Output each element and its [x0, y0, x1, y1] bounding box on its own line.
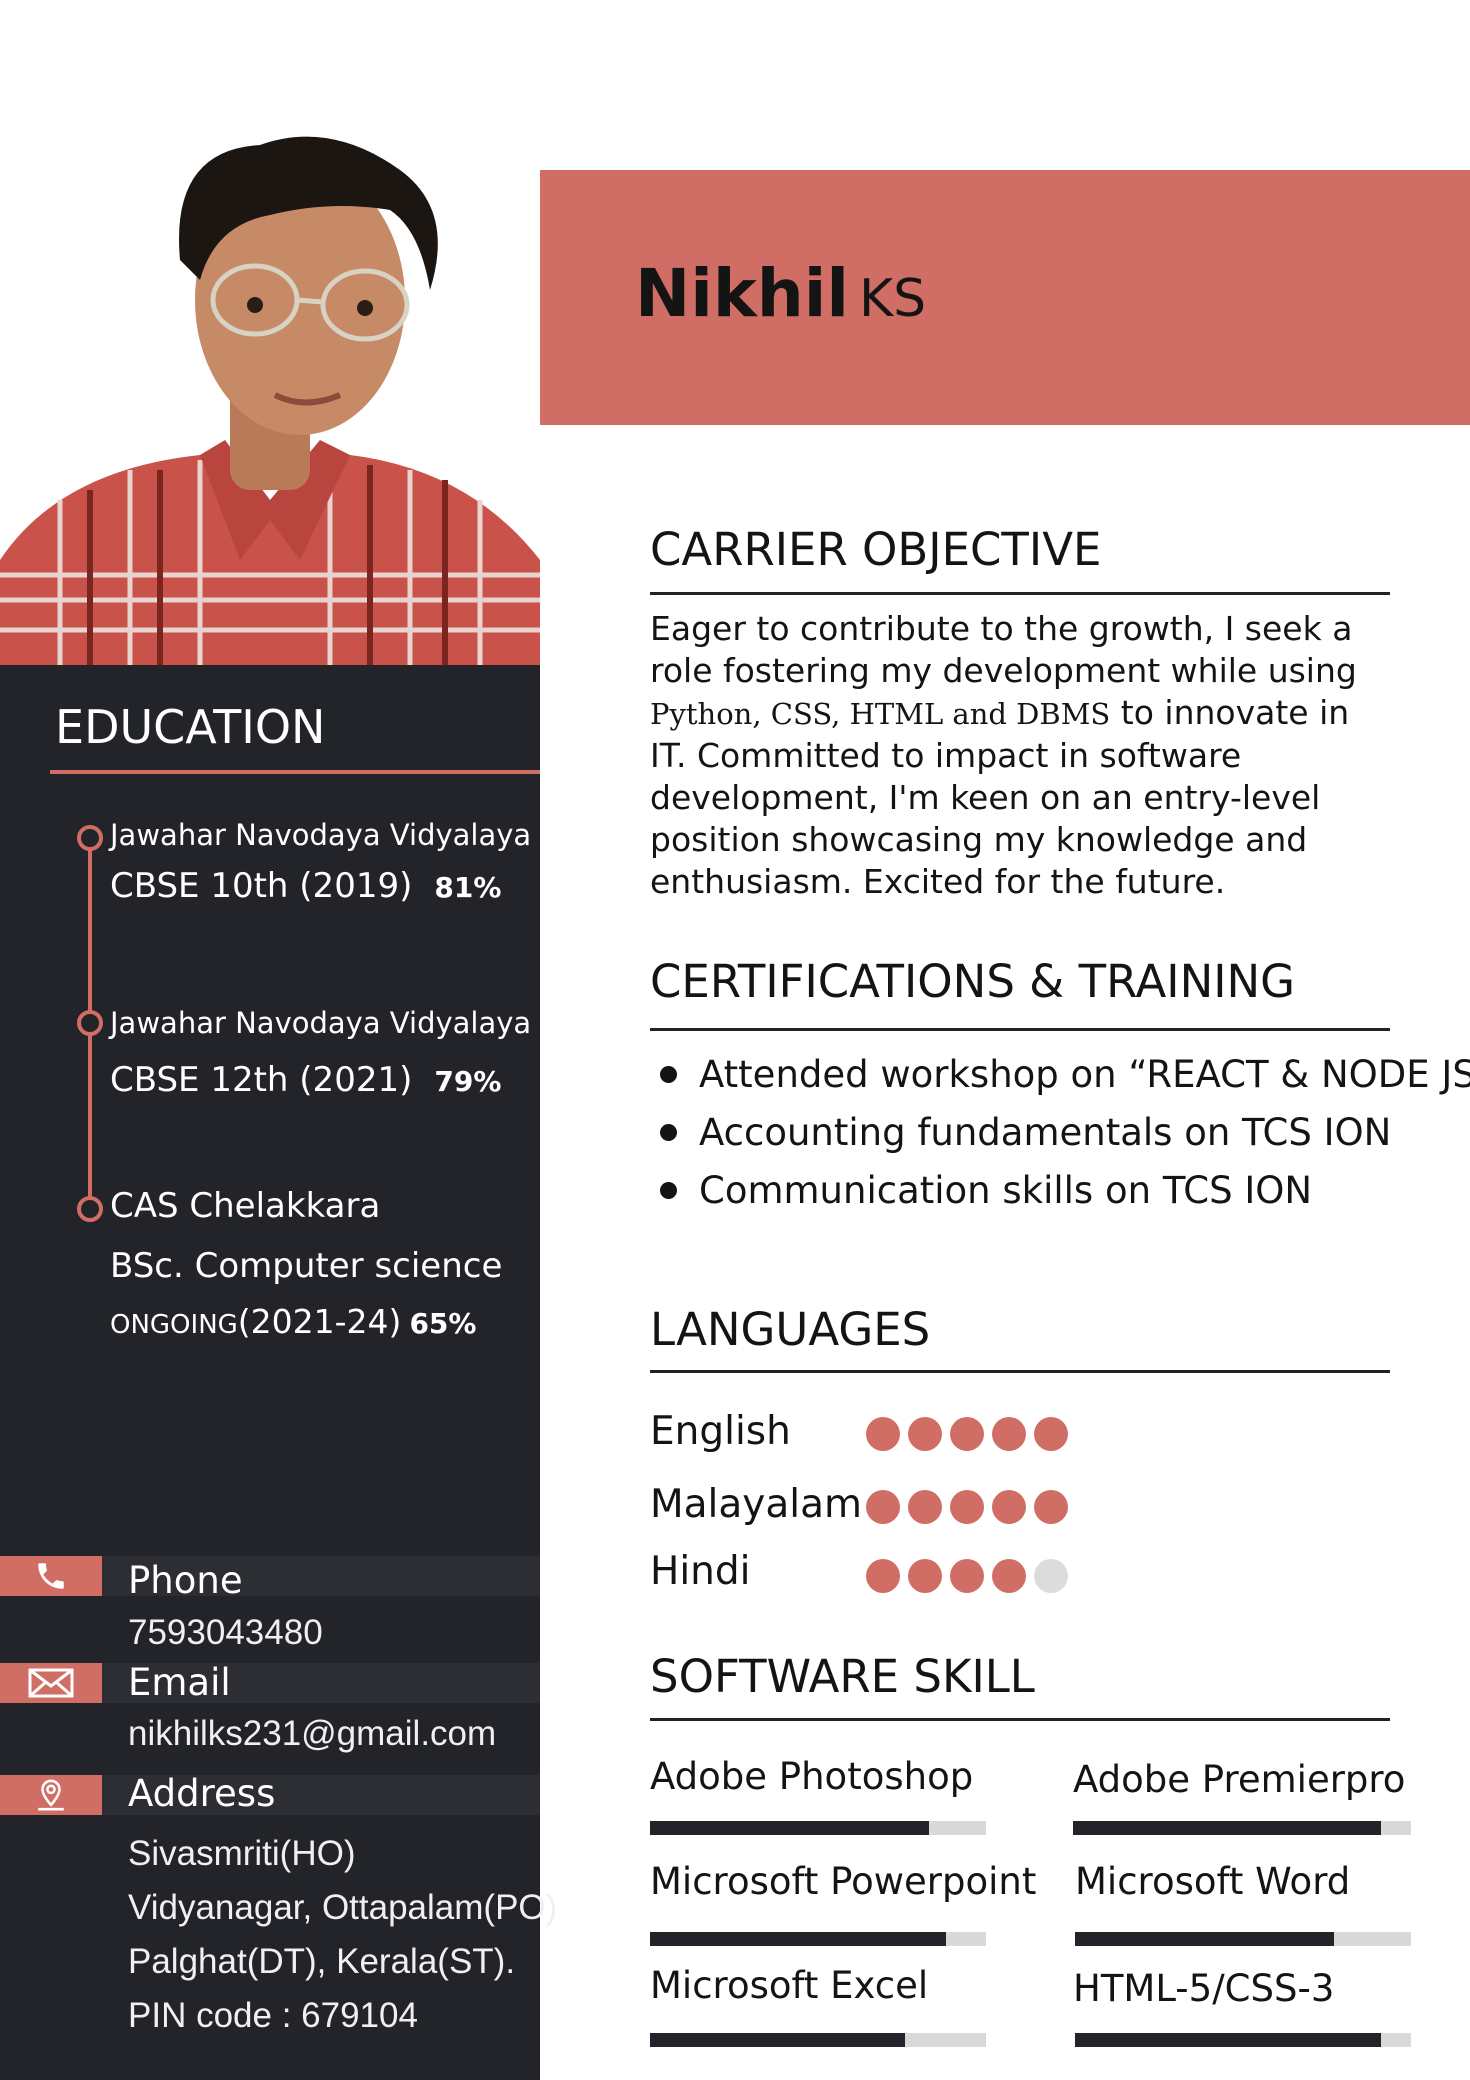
skill-name: Microsoft Excel — [650, 1964, 929, 2007]
list-item: Accounting fundamentals on TCS ION — [660, 1103, 1470, 1161]
objective-tech: Python, CSS, HTML and DBMS — [650, 697, 1111, 731]
objective-divider — [650, 592, 1390, 595]
email-icon — [0, 1663, 102, 1703]
skill-bar-fill — [650, 1821, 929, 1835]
timeline-node — [77, 1010, 103, 1036]
bullet-icon — [660, 1123, 677, 1141]
languages-divider — [650, 1370, 1390, 1373]
skill-name: Microsoft Powerpoint — [650, 1860, 1037, 1903]
bullet-icon — [660, 1065, 677, 1083]
skill-bar — [1075, 1932, 1411, 1946]
skill-name: Adobe Premierpro — [1073, 1758, 1406, 1801]
skill-bar — [1073, 1821, 1411, 1835]
first-name: Nikhil — [635, 255, 849, 332]
education-years: (2021-24) — [237, 1302, 402, 1341]
language-name: English — [650, 1409, 791, 1454]
skill-bar — [650, 1821, 986, 1835]
language-name: Hindi — [650, 1549, 751, 1594]
objective-title: CARRIER OBJECTIVE — [650, 523, 1102, 576]
education-course-label: BSc. Computer science — [110, 1246, 503, 1286]
education-course-label: CBSE 10th (2019) — [110, 866, 413, 906]
last-name: KS — [858, 269, 927, 329]
candidate-name: Nikhil KS — [635, 255, 926, 332]
education-score: 81% — [434, 871, 502, 904]
rating-dot-filled — [908, 1417, 942, 1451]
rating-dot-empty — [1034, 1559, 1068, 1593]
skill-bar — [650, 1932, 986, 1946]
skill-bar-fill — [1073, 1821, 1381, 1835]
certifications-list: Attended workshop on “REACT & NODE JS” A… — [660, 1045, 1470, 1219]
profile-photo — [0, 0, 540, 665]
rating-dot-filled — [1034, 1417, 1068, 1451]
skill-bar — [650, 2033, 986, 2047]
skill-bar-fill — [1075, 2033, 1381, 2047]
list-item: Attended workshop on “REACT & NODE JS” — [660, 1045, 1470, 1103]
skill-bar — [1075, 2033, 1411, 2047]
rating-dot-filled — [950, 1490, 984, 1524]
email-label: Email — [128, 1661, 231, 1704]
skill-name: Adobe Photoshop — [650, 1755, 974, 1798]
location-pin-icon — [0, 1775, 102, 1815]
rating-dot-filled — [992, 1490, 1026, 1524]
certification-text: Accounting fundamentals on TCS ION — [699, 1110, 1392, 1154]
education-school: Jawahar Navodaya Vidyalaya — [110, 1006, 532, 1040]
email-value[interactable]: nikhilks231@gmail.com — [128, 1707, 496, 1761]
list-item: Communication skills on TCS ION — [660, 1161, 1470, 1219]
skill-bar-fill — [650, 1932, 946, 1946]
certifications-divider — [650, 1028, 1390, 1031]
language-rating — [866, 1490, 1068, 1524]
skill-name: Microsoft Word — [1075, 1860, 1351, 1903]
rating-dot-filled — [950, 1417, 984, 1451]
phone-label: Phone — [128, 1559, 243, 1602]
rating-dot-filled — [866, 1490, 900, 1524]
education-divider — [50, 770, 540, 774]
skills-divider — [650, 1718, 1390, 1721]
bullet-icon — [660, 1181, 677, 1199]
language-rating — [866, 1559, 1068, 1593]
education-status: ONGOING — [110, 1310, 238, 1340]
rating-dot-filled — [992, 1417, 1026, 1451]
languages-title: LANGUAGES — [650, 1303, 931, 1356]
skill-name: HTML-5/CSS-3 — [1073, 1967, 1335, 2010]
objective-text: Eager to contribute to the growth, I see… — [650, 608, 1370, 903]
education-score: 79% — [434, 1065, 502, 1098]
language-name: Malayalam — [650, 1482, 862, 1527]
certification-text: Attended workshop on “REACT & NODE JS” — [699, 1052, 1470, 1096]
address-line: Palghat(DT), Kerala(ST). — [128, 1942, 516, 1981]
rating-dot-filled — [1034, 1490, 1068, 1524]
education-course-label: CBSE 12th (2021) — [110, 1060, 413, 1100]
rating-dot-filled — [950, 1559, 984, 1593]
rating-dot-filled — [908, 1490, 942, 1524]
address-line: PIN code : 679104 — [128, 1996, 418, 2035]
phone-icon — [0, 1556, 102, 1596]
education-school: Jawahar Navodaya Vidyalaya — [110, 818, 532, 852]
education-score: 65% — [409, 1307, 477, 1340]
rating-dot-filled — [866, 1417, 900, 1451]
address-line: Sivasmriti(HO) — [128, 1834, 356, 1873]
skills-title: SOFTWARE SKILL — [650, 1650, 1035, 1703]
timeline-node — [77, 825, 103, 851]
timeline-node — [77, 1196, 103, 1222]
address-line: Vidyanagar, Ottapalam(PO) — [128, 1888, 558, 1927]
education-course: ONGOING(2021-24) 65% — [110, 1302, 476, 1341]
language-rating — [866, 1417, 1068, 1451]
objective-text-part: Eager to contribute to the growth, I see… — [650, 609, 1357, 690]
rating-dot-filled — [992, 1559, 1026, 1593]
education-course: CBSE 12th (2021) 79% — [110, 1060, 501, 1100]
certification-text: Communication skills on TCS ION — [699, 1168, 1313, 1212]
education-school: CAS Chelakkara — [110, 1186, 381, 1226]
rating-dot-filled — [908, 1559, 942, 1593]
skill-bar-fill — [1075, 1932, 1334, 1946]
education-title: EDUCATION — [55, 700, 326, 754]
phone-value: 7593043480 — [128, 1613, 323, 1652]
skill-bar-fill — [650, 2033, 906, 2047]
rating-dot-filled — [866, 1559, 900, 1593]
address-label: Address — [128, 1772, 276, 1815]
certifications-title: CERTIFICATIONS & TRAINING — [650, 955, 1296, 1008]
education-course: CBSE 10th (2019) 81% — [110, 866, 501, 906]
